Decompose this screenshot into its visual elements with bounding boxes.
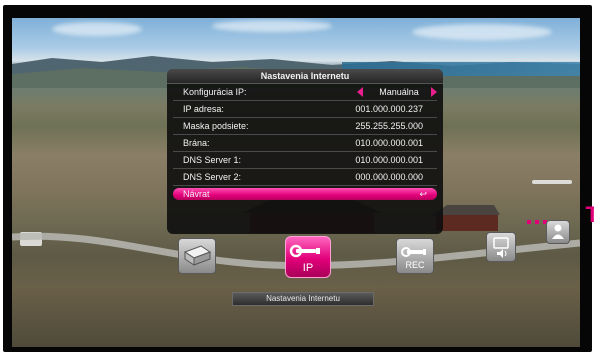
ip-address-row[interactable]: IP adresa: 001.000.000.237 [173, 101, 437, 118]
av-settings-icon [493, 237, 509, 258]
subnet-mask-value: 255.255.255.000 [355, 121, 423, 131]
back-button[interactable]: Návrat ↩ [173, 188, 437, 200]
dialog-title: Nastavenia Internetu [167, 69, 443, 84]
logo-dot [535, 220, 539, 224]
ip-address-label: IP adresa: [183, 104, 224, 114]
ip-configuration-value: Manuálna [379, 87, 419, 97]
cloud [412, 24, 552, 40]
gateway-value: 010.000.000.001 [355, 138, 423, 148]
current-section-caption: Nastavenia Internetu [232, 292, 374, 306]
logo-dot [527, 220, 531, 224]
back-label: Návrat [183, 189, 210, 199]
arrow-left-icon[interactable] [357, 87, 363, 97]
snow-patch [532, 180, 572, 184]
device-settings-button[interactable] [178, 238, 216, 274]
arrow-right-icon[interactable] [431, 87, 437, 97]
rec-settings-label: REC [405, 260, 425, 270]
ip-settings-label: IP [302, 262, 314, 274]
ip-address-value: 001.000.000.237 [355, 104, 423, 114]
dns-server-2-row[interactable]: DNS Server 2: 000.000.000.000 [173, 169, 437, 186]
internet-settings-dialog: Nastavenia Internetu Konfigurácia IP: Ma… [167, 69, 594, 234]
ip-settings-button[interactable]: IP [285, 236, 331, 278]
dns-server-1-label: DNS Server 1: [183, 155, 242, 165]
ip-configuration-row[interactable]: Konfigurácia IP: Manuálna [173, 84, 437, 101]
device-icon [183, 245, 212, 266]
dns-server-1-value: 010.000.000.001 [355, 155, 423, 165]
rec-settings-button[interactable]: REC [396, 238, 434, 274]
dns-server-2-label: DNS Server 2: [183, 172, 242, 182]
return-icon: ↩ [419, 189, 427, 199]
ip-configuration-selector[interactable]: Manuálna [349, 84, 439, 100]
subnet-mask-label: Maska podsiete: [183, 121, 249, 131]
user-button[interactable] [546, 220, 570, 244]
gateway-row[interactable]: Brána: 010.000.000.001 [173, 135, 437, 152]
cloud [212, 20, 332, 32]
dns-server-2-value: 000.000.000.000 [355, 172, 423, 182]
subnet-mask-row[interactable]: Maska podsiete: 255.255.255.000 [173, 118, 437, 135]
telekom-t-logo: T [585, 202, 594, 227]
gateway-label: Brána: [183, 138, 210, 148]
av-settings-button[interactable] [486, 232, 516, 262]
dns-server-1-row[interactable]: DNS Server 1: 010.000.000.001 [173, 152, 437, 169]
cloud [52, 22, 142, 36]
user-icon [552, 224, 564, 239]
ip-configuration-label: Konfigurácia IP: [183, 87, 247, 97]
